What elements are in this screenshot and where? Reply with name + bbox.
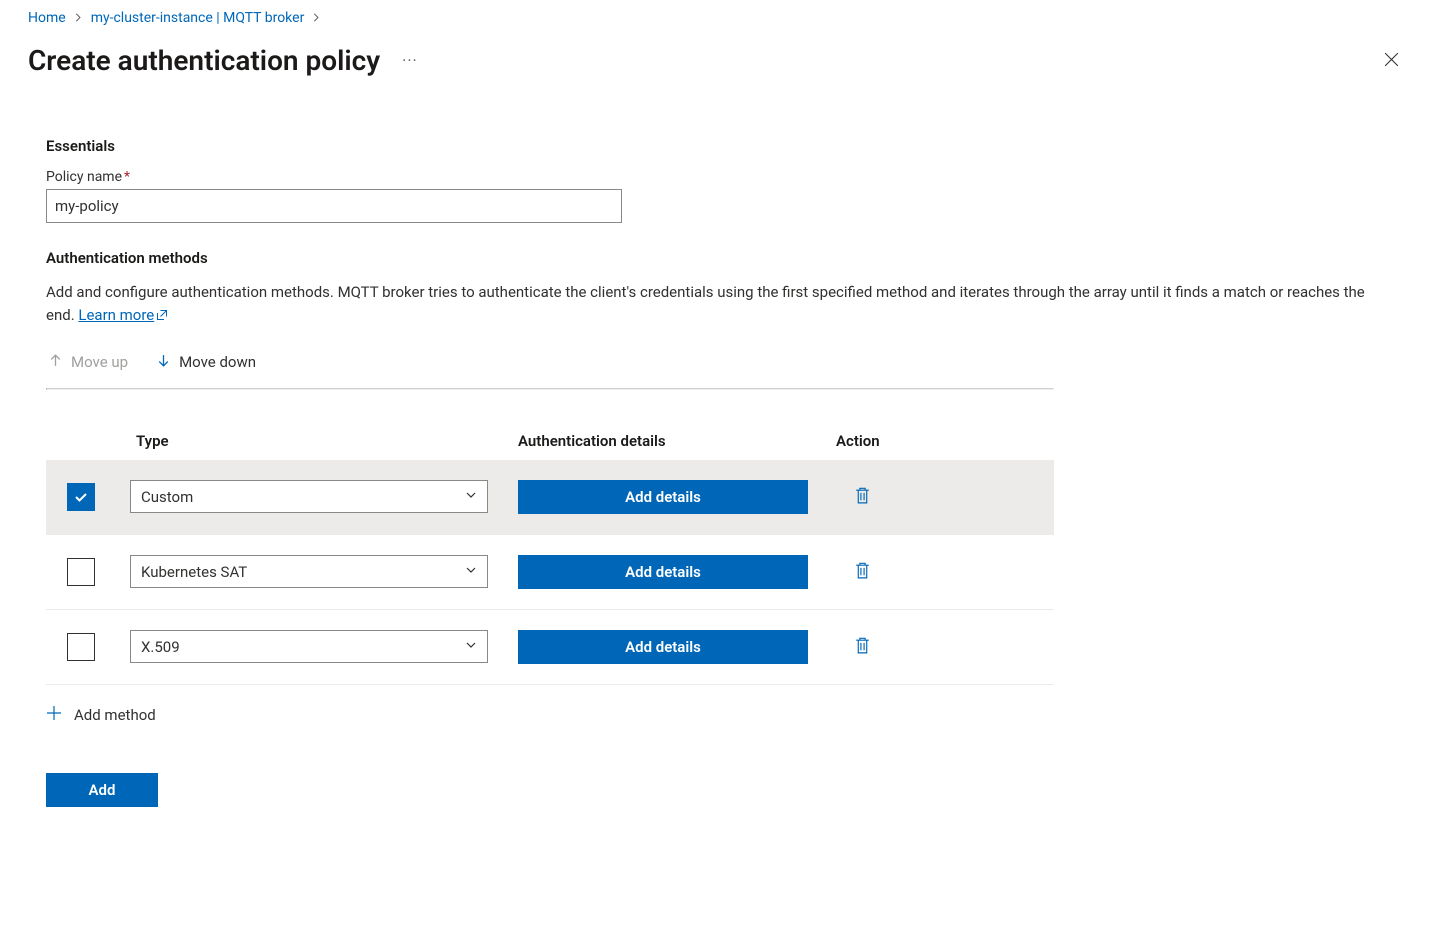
chevron-down-icon xyxy=(465,564,477,580)
close-button[interactable] xyxy=(1379,47,1404,75)
type-select[interactable]: Custom xyxy=(130,480,488,513)
table-row: Kubernetes SAT Add details xyxy=(46,535,1054,610)
chevron-right-icon xyxy=(312,11,321,25)
auth-methods-description: Add and configure authentication methods… xyxy=(46,281,1388,329)
arrow-down-icon xyxy=(156,353,171,372)
add-details-button[interactable]: Add details xyxy=(518,480,808,514)
table-row: X.509 Add details xyxy=(46,610,1054,685)
column-header-action: Action xyxy=(836,432,1054,450)
auth-methods-table: Type Authentication details Action Custo… xyxy=(46,422,1054,685)
footer: Add xyxy=(46,773,1388,807)
chevron-right-icon xyxy=(74,11,83,25)
table-header: Type Authentication details Action xyxy=(46,422,1054,460)
move-up-button[interactable]: Move up xyxy=(46,349,130,376)
reorder-toolbar: Move up Move down xyxy=(46,349,1388,388)
breadcrumb: Home my-cluster-instance | MQTT broker xyxy=(28,10,1404,26)
add-button[interactable]: Add xyxy=(46,773,158,807)
trash-icon xyxy=(854,636,871,655)
trash-icon xyxy=(854,486,871,505)
move-down-button[interactable]: Move down xyxy=(154,349,258,376)
auth-methods-heading: Authentication methods xyxy=(46,249,1388,267)
type-select[interactable]: Kubernetes SAT xyxy=(130,555,488,588)
checkmark-icon xyxy=(73,489,89,505)
page-title: Create authentication policy xyxy=(28,44,380,77)
add-method-button[interactable]: Add method xyxy=(46,705,1388,725)
more-actions-button[interactable]: ··· xyxy=(402,51,418,70)
trash-icon xyxy=(854,561,871,580)
add-details-button[interactable]: Add details xyxy=(518,555,808,589)
delete-button[interactable] xyxy=(850,557,875,587)
divider xyxy=(46,388,1054,390)
breadcrumb-link-cluster[interactable]: my-cluster-instance | MQTT broker xyxy=(91,10,305,26)
delete-button[interactable] xyxy=(850,482,875,512)
policy-name-label: Policy name* xyxy=(46,169,1388,185)
required-indicator: * xyxy=(124,169,130,185)
column-header-type: Type xyxy=(116,432,518,450)
column-header-details: Authentication details xyxy=(518,432,836,450)
page-header: Create authentication policy ··· xyxy=(28,44,1404,77)
external-link-icon xyxy=(156,305,168,328)
row-checkbox[interactable] xyxy=(67,558,95,586)
chevron-down-icon xyxy=(465,489,477,505)
add-details-button[interactable]: Add details xyxy=(518,630,808,664)
learn-more-link[interactable]: Learn more xyxy=(78,306,168,324)
close-icon xyxy=(1383,51,1400,68)
type-select[interactable]: X.509 xyxy=(130,630,488,663)
breadcrumb-link-home[interactable]: Home xyxy=(28,10,66,26)
essentials-heading: Essentials xyxy=(46,137,1388,155)
policy-name-input[interactable] xyxy=(46,189,622,223)
arrow-up-icon xyxy=(48,353,63,372)
delete-button[interactable] xyxy=(850,632,875,662)
plus-icon xyxy=(46,705,62,725)
chevron-down-icon xyxy=(465,639,477,655)
row-checkbox[interactable] xyxy=(67,633,95,661)
row-checkbox[interactable] xyxy=(67,483,95,511)
table-row: Custom Add details xyxy=(46,460,1054,535)
